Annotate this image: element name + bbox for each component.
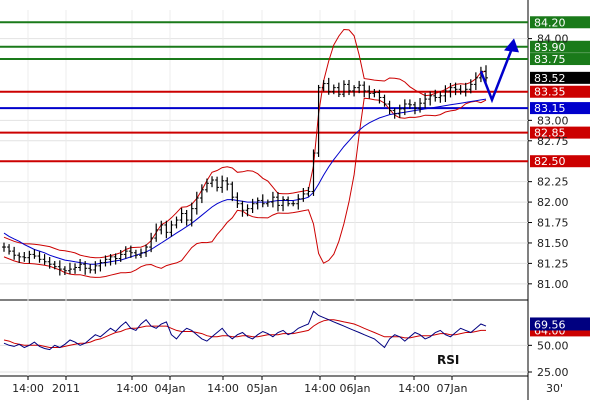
rsi-current-label: 69.56 xyxy=(534,318,566,331)
rsi-tick-label: 50.00 xyxy=(537,339,569,352)
time-tick-label: 05Jan xyxy=(247,382,278,395)
level-tag-label: 83.35 xyxy=(534,86,566,99)
time-tick-label: 14:00 xyxy=(12,382,44,395)
price-tick-label: 81.25 xyxy=(537,257,569,270)
level-tag-label: 83.15 xyxy=(534,102,566,115)
axis-labels: 81.00 81.25 81.50 81.75 82.00 82.25 82.75 83.00… xyxy=(12,33,568,395)
timeframe-label: 30' xyxy=(546,382,563,395)
time-tick-label: 14:00 xyxy=(304,382,336,395)
time-tick-label: 07Jan xyxy=(437,382,468,395)
last-price-label: 83.52 xyxy=(534,72,566,85)
rsi-panel: 64.0069.56 xyxy=(0,310,590,373)
time-tick-label: 14:00 xyxy=(398,382,430,395)
price-tick-label: 81.00 xyxy=(537,278,569,291)
level-tag-label: 83.75 xyxy=(534,53,566,66)
time-tick-label: 06Jan xyxy=(340,382,371,395)
price-tick-label: 81.50 xyxy=(537,237,569,250)
forecast-arrow-head xyxy=(504,38,519,53)
price-bars xyxy=(2,65,488,276)
price-tick-label: 82.00 xyxy=(537,196,569,209)
time-tick-label: 14:00 xyxy=(207,382,239,395)
time-tick-label: 04Jan xyxy=(155,382,186,395)
rsi-tick-label: 25.00 xyxy=(537,366,569,379)
price-tick-label: 82.75 xyxy=(537,135,569,148)
price-tick-label: 82.25 xyxy=(537,176,569,189)
price-tick-label: 83.00 xyxy=(537,114,569,127)
time-tick-label: 2011 xyxy=(52,382,80,395)
price-tick-label: 81.75 xyxy=(537,217,569,230)
rsi-title: RSI xyxy=(437,353,459,367)
forex-chart: 84.2083.9083.7583.3583.1582.8582.5083.52… xyxy=(0,0,590,400)
level-tag-label: 82.50 xyxy=(534,155,566,168)
price-tick-label: 84.00 xyxy=(537,33,569,46)
chart-container: 84.20 83.90 83.75 83.35 83.15 82.85 82.50 83.52… xyxy=(0,0,590,400)
level-tag-label: 84.20 xyxy=(534,16,566,29)
time-tick-label: 14:00 xyxy=(116,382,148,395)
